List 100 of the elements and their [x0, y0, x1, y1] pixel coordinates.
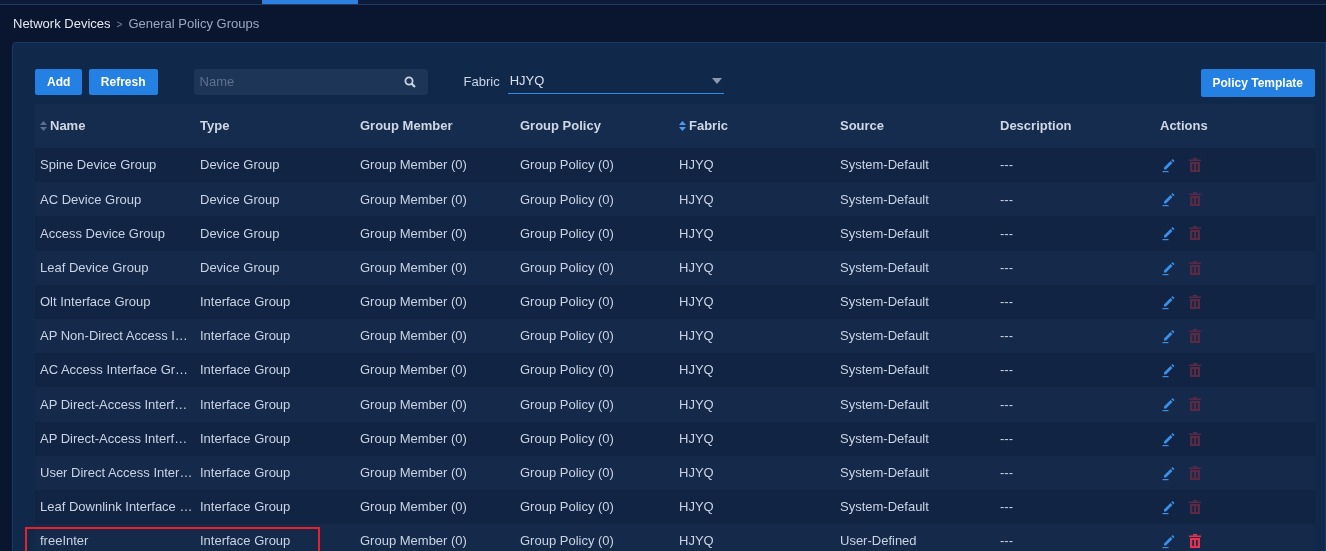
table-cell-text: AP Direct-Access Interf…	[39, 395, 189, 414]
table-cell-text: User-Defined	[839, 532, 918, 551]
column-header: Actions	[1160, 117, 1208, 136]
table-cell-text: ---	[999, 293, 1014, 312]
table-cell-text: ---	[999, 258, 1014, 277]
table-cell-text: HJYQ	[678, 361, 715, 380]
table-row[interactable]: AC Access Interface Gr… Interface Group Group Member (0) Group Policy (0) HJYQ System-Default ---	[35, 353, 1315, 388]
table-cell-text: ---	[999, 190, 1014, 209]
table-cell-text: System-Default	[839, 190, 930, 209]
edit-icon[interactable]	[1161, 430, 1176, 447]
edit-icon[interactable]	[1161, 464, 1176, 481]
table-cell-text: Group Policy (0)	[519, 224, 615, 243]
table-cell-text: ---	[999, 361, 1014, 380]
table-cell-text: AC Access Interface Gr…	[39, 361, 190, 380]
table-cell-text: HJYQ	[678, 532, 715, 551]
table-row[interactable]: Access Device Group Device Group Group Member (0) Group Policy (0) HJYQ System-Default ---	[35, 216, 1315, 251]
column-header: Group Policy	[520, 117, 601, 136]
table-cell-text: ---	[999, 532, 1014, 551]
table-cell-text: ---	[999, 498, 1014, 517]
table-cell-text: Group Member (0)	[359, 156, 468, 175]
table-cell-text: System-Default	[839, 293, 930, 312]
table-cell-text: Group Policy (0)	[519, 293, 615, 312]
table-cell-text: Group Member (0)	[359, 224, 468, 243]
table-cell-text: HJYQ	[678, 293, 715, 312]
search-field[interactable]: Name	[193, 68, 428, 95]
edit-icon[interactable]	[1161, 328, 1176, 345]
table-cell-text: ---	[999, 395, 1014, 414]
table-row[interactable]: AP Non-Direct Access I… Interface Group Group Member (0) Group Policy (0) HJYQ System-Default ---	[35, 318, 1315, 354]
table-cell-text: Interface Group	[199, 532, 292, 551]
sort-icon[interactable]	[679, 121, 686, 131]
table-cell-text: System-Default	[839, 156, 930, 175]
table-cell-text: Leaf Device Group	[39, 258, 150, 277]
column-header: Source	[840, 117, 885, 136]
table-cell-text: Group Member (0)	[359, 464, 468, 483]
breadcrumb-item: General Policy Groups	[128, 15, 260, 33]
table-cell-text: Group Member (0)	[359, 258, 468, 277]
table-cell-text: System-Default	[839, 224, 930, 243]
table-cell-text: HJYQ	[678, 258, 715, 277]
table-row[interactable]: Spine Device Group Device Group Group Member (0) Group Policy (0) HJYQ System-Default ---	[35, 148, 1315, 183]
table-cell-text: Access Device Group	[39, 224, 166, 243]
column-header: Description	[1000, 117, 1072, 136]
table-row[interactable]: Leaf Downlink Interface … Interface Group Group Member (0) Group Policy (0) HJYQ System-Default ---	[35, 489, 1315, 525]
policy-template-button[interactable]: Policy Template	[1200, 69, 1315, 97]
table-row[interactable]: AP Direct-Access Interf… Interface Group Group Member (0) Group Policy (0) HJYQ System-Default ---	[35, 387, 1315, 422]
table-cell-text: Spine Device Group	[39, 156, 158, 175]
edit-icon[interactable]	[1161, 498, 1176, 515]
search-icon[interactable]	[403, 75, 416, 88]
table-cell-text: ---	[999, 224, 1014, 243]
table-cell-text: Group Policy (0)	[519, 361, 615, 380]
table-cell-text: System-Default	[839, 327, 930, 346]
table-cell-text: Device Group	[199, 224, 281, 243]
table-cell-text: Leaf Downlink Interface …	[39, 498, 194, 517]
edit-icon[interactable]	[1161, 396, 1176, 413]
table-cell-text: System-Default	[839, 395, 930, 414]
table-cell-text: Group Policy (0)	[519, 327, 615, 346]
table-row[interactable]: AP Direct-Access Interf… Interface Group Group Member (0) Group Policy (0) HJYQ System-Default ---	[35, 421, 1315, 456]
column-header: Type	[200, 117, 230, 136]
table-cell-text: Device Group	[199, 258, 281, 277]
table-cell-text: Group Member (0)	[359, 429, 468, 448]
table-row[interactable]: User Direct Access Inter… Interface Group Group Member (0) Group Policy (0) HJYQ System-Default ---	[35, 455, 1315, 490]
table-cell-text: HJYQ	[678, 156, 715, 175]
table-cell-text: HJYQ	[678, 464, 715, 483]
sort-icon[interactable]	[40, 121, 47, 131]
breadcrumb-item[interactable]: Network Devices	[13, 14, 111, 34]
table-cell-text: HJYQ	[678, 395, 715, 414]
table-cell-text: HJYQ	[678, 429, 715, 448]
column-header: Name	[50, 117, 86, 136]
table-cell-text: Group Policy (0)	[519, 190, 615, 209]
table-cell-text: ---	[999, 429, 1014, 448]
table-cell-text: Group Member (0)	[359, 190, 468, 209]
table-cell-text: Group Policy (0)	[519, 532, 615, 551]
edit-icon[interactable]	[1161, 362, 1176, 379]
table-cell-text: Interface Group	[199, 327, 292, 346]
table-cell-text: Group Member (0)	[359, 532, 468, 551]
edit-icon[interactable]	[1161, 293, 1176, 310]
fabric-dropdown[interactable]: HJYQ	[507, 69, 724, 94]
edit-icon[interactable]	[1161, 225, 1176, 242]
delete-icon[interactable]	[1189, 534, 1201, 549]
table-cell-text: Olt Interface Group	[39, 293, 152, 312]
fabric-label: Fabric	[463, 72, 500, 91]
table-cell-text: Interface Group	[199, 429, 292, 448]
table-cell-text: System-Default	[839, 429, 930, 448]
column-header: Fabric	[689, 117, 728, 136]
add-button[interactable]: Add	[35, 68, 83, 95]
table-row[interactable]: Leaf Device Group Device Group Group Member (0) Group Policy (0) HJYQ System-Default ---	[35, 250, 1315, 285]
edit-icon[interactable]	[1161, 191, 1176, 208]
table-cell-text: System-Default	[839, 464, 930, 483]
refresh-button[interactable]: Refresh	[88, 68, 158, 95]
edit-icon[interactable]	[1161, 259, 1176, 276]
table-cell-text: Group Policy (0)	[519, 429, 615, 448]
table-cell-text: Interface Group	[199, 361, 292, 380]
table-cell-text: Group Member (0)	[359, 293, 468, 312]
table-cell-text: AC Device Group	[39, 190, 143, 209]
table-cell-text: System-Default	[839, 361, 930, 380]
table-cell-text: Group Policy (0)	[519, 498, 615, 517]
table-cell-text: System-Default	[839, 498, 930, 517]
edit-icon[interactable]	[1161, 533, 1176, 550]
edit-icon[interactable]	[1161, 157, 1176, 174]
table-row[interactable]: AC Device Group Device Group Group Member (0) Group Policy (0) HJYQ System-Default ---	[35, 182, 1315, 217]
table-row[interactable]: Olt Interface Group Interface Group Group Member (0) Group Policy (0) HJYQ System-Default ---	[35, 284, 1315, 319]
